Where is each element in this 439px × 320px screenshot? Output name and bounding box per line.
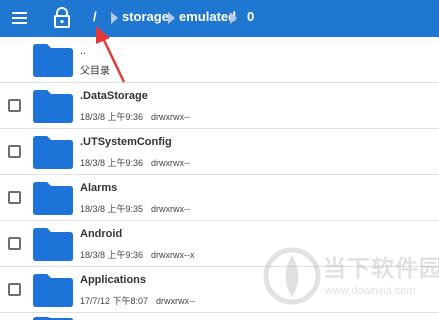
breadcrumb-root[interactable]: / [93, 9, 97, 24]
file-permissions: drwxrwx--x [151, 250, 195, 260]
file-name: Applications [80, 274, 147, 286]
file-name: .UTSystemConfig [80, 136, 172, 148]
parent-dir-label: 父目录 [80, 66, 110, 77]
watermark-text: 当下软件园 [323, 255, 439, 281]
file-date: 17/7/12 下午8:07 [80, 296, 149, 306]
select-checkbox[interactable] [8, 283, 21, 296]
file-date: 18/3/8 上午9:36 [80, 158, 144, 168]
select-checkbox[interactable] [8, 99, 21, 112]
file-name: Alarms [80, 182, 118, 194]
select-checkbox[interactable] [8, 145, 21, 158]
breadcrumb-separator-icon [168, 12, 175, 24]
file-permissions: drwxrwx-- [156, 296, 196, 306]
file-row[interactable]: .DataStorage 18/3/8 上午9:36 drwxrwx-- [0, 83, 439, 129]
file-permissions: drwxrwx-- [151, 204, 191, 214]
folder-icon [33, 317, 73, 320]
file-date: 18/3/8 上午9:35 [80, 204, 144, 214]
file-name: .DataStorage [80, 90, 148, 102]
breadcrumb-separator-icon [111, 12, 118, 24]
watermark-url: www.downxia.com [325, 285, 416, 297]
menu-icon[interactable] [10, 8, 30, 28]
select-checkbox[interactable] [8, 237, 21, 250]
lock-icon[interactable] [52, 7, 72, 29]
folder-icon [33, 90, 73, 123]
breadcrumb-emulated[interactable]: emulated [179, 9, 236, 24]
folder-icon [33, 228, 73, 261]
select-checkbox[interactable] [8, 191, 21, 204]
parent-directory-row[interactable]: .. 父目录 [0, 37, 439, 83]
breadcrumb-current[interactable]: 0 [247, 9, 254, 24]
top-toolbar: / storage emulated 0 [0, 0, 439, 37]
file-date: 18/3/8 上午9:36 [80, 250, 144, 260]
folder-icon [33, 182, 73, 215]
watermark: 当下软件园 www.downxia.com [263, 247, 439, 307]
file-date: 18/3/8 上午9:36 [80, 112, 144, 122]
folder-icon [33, 44, 73, 77]
folder-icon [33, 274, 73, 307]
file-permissions: drwxrwx-- [151, 112, 191, 122]
watermark-logo-icon [263, 247, 321, 305]
breadcrumb-separator-icon [230, 12, 237, 24]
file-permissions: drwxrwx-- [151, 158, 191, 168]
parent-dir-name: .. [80, 45, 87, 57]
file-name: Android [80, 228, 123, 240]
file-row[interactable]: .UTSystemConfig 18/3/8 上午9:36 drwxrwx-- [0, 129, 439, 175]
folder-icon [33, 136, 73, 169]
breadcrumb-storage[interactable]: storage [122, 9, 169, 24]
file-row[interactable]: Alarms 18/3/8 上午9:35 drwxrwx-- [0, 175, 439, 221]
